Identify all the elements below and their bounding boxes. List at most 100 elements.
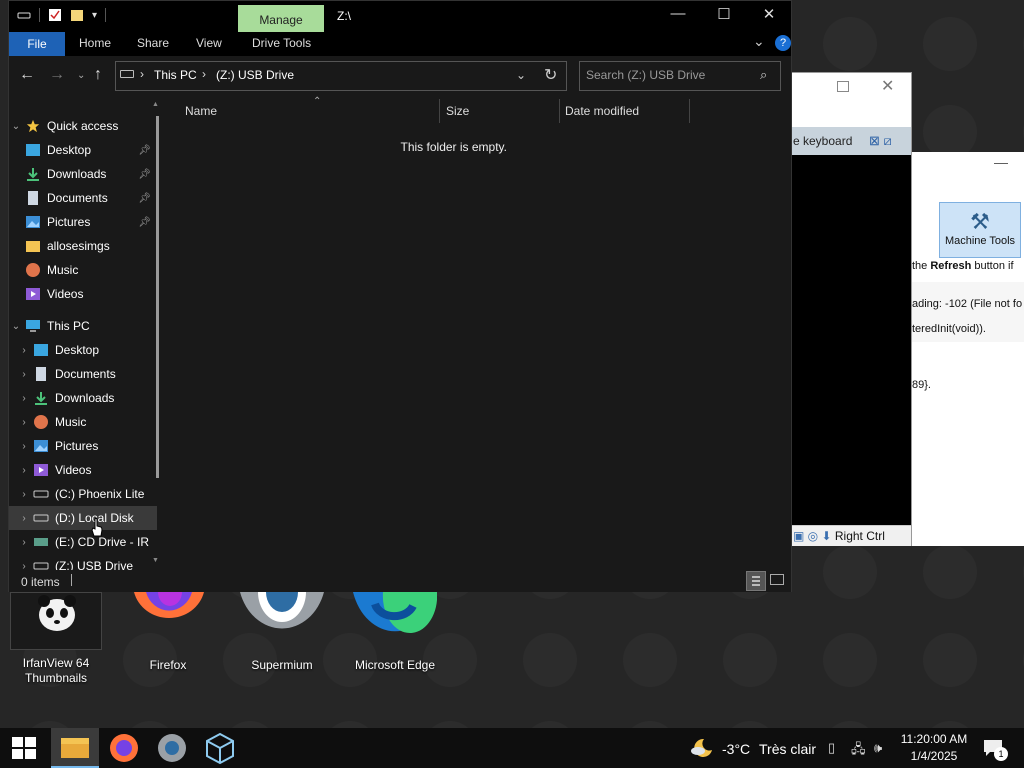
nav-this-pc[interactable]: ⌄ This PC: [9, 314, 157, 338]
volume-icon[interactable]: 🕪︎: [874, 740, 882, 756]
up-arrow-icon[interactable]: ↑: [94, 66, 102, 84]
tab-view[interactable]: View: [196, 36, 222, 50]
navigation-pane[interactable]: ⌄ Quick access Desktop 📌︎ Downloads 📌︎ Doc…: [9, 96, 163, 570]
clock-time[interactable]: 11:20:00 AM: [900, 732, 968, 746]
column-header-size[interactable]: Size: [446, 104, 469, 118]
customize-chevron-icon[interactable]: ▾: [92, 10, 97, 21]
tab-home[interactable]: Home: [79, 36, 111, 50]
maximize-button[interactable]: [837, 81, 849, 92]
weather-description[interactable]: Très clair: [759, 741, 816, 757]
recent-locations-chevron-icon[interactable]: ⌄: [77, 70, 85, 81]
status-icons[interactable]: ▣ ◎ ⬇: [793, 529, 832, 543]
nav-quick-access[interactable]: ⌄ Quick access: [9, 114, 157, 138]
breadcrumb-this-pc[interactable]: This PC: [154, 68, 197, 82]
chevron-right-icon[interactable]: ›: [17, 441, 31, 452]
back-arrow-icon[interactable]: ←: [19, 66, 35, 84]
new-folder-icon[interactable]: [70, 8, 84, 22]
nav-item-drive-c[interactable]: › (C:) Phoenix Lite: [9, 482, 157, 506]
virtualbox-manager-window[interactable]: — ⚒ Machine Tools the Refresh button if …: [912, 152, 1024, 546]
scroll-down-arrow-icon[interactable]: ▼: [152, 557, 159, 564]
vm-window[interactable]: ✕ e keyboard ⊠ ⧄ ▣ ◎ ⬇ Right Ctrl: [790, 72, 912, 546]
chevron-right-icon[interactable]: ›: [17, 513, 31, 524]
nav-item-music[interactable]: Music: [9, 258, 157, 282]
vm-titlebar[interactable]: ✕: [791, 73, 911, 103]
taskbar-app-firefox[interactable]: [100, 728, 148, 768]
nav-scrollbar-thumb[interactable]: [156, 116, 159, 478]
nav-item-pictures[interactable]: Pictures 📌︎: [9, 210, 157, 234]
search-icon[interactable]: ⌕: [760, 67, 767, 83]
chevron-right-icon[interactable]: ›: [140, 67, 144, 81]
desktop-icon-supermium[interactable]: Supermium: [234, 592, 330, 673]
chevron-down-icon[interactable]: ⌄: [9, 321, 23, 332]
refresh-icon[interactable]: ↻: [544, 65, 557, 85]
nav-item-downloads[interactable]: Downloads 📌︎: [9, 162, 157, 186]
nav-item-allosesimgs[interactable]: allosesimgs: [9, 234, 157, 258]
column-divider[interactable]: [439, 99, 440, 123]
properties-icon[interactable]: [48, 8, 62, 22]
chevron-down-icon[interactable]: ⌄: [753, 33, 765, 50]
minimize-button[interactable]: —: [655, 5, 701, 27]
chevron-right-icon[interactable]: ›: [17, 561, 31, 571]
chevron-right-icon[interactable]: ›: [17, 417, 31, 428]
nav-item-pc-desktop[interactable]: › Desktop: [9, 338, 157, 362]
nav-item-desktop[interactable]: Desktop 📌︎: [9, 138, 157, 162]
forward-arrow-icon[interactable]: →: [49, 66, 65, 84]
large-icons-view-button[interactable]: [770, 574, 784, 585]
nav-item-drive-z[interactable]: › (Z:) USB Drive: [9, 554, 157, 570]
file-list-pane[interactable]: ⌃ Name Size Date modified This folder is…: [163, 96, 791, 570]
tab-share[interactable]: Share: [137, 36, 169, 50]
nav-item-videos[interactable]: Videos: [9, 282, 157, 306]
pin-icon[interactable]: 📌︎: [138, 193, 151, 204]
start-button[interactable]: [0, 728, 48, 768]
close-button[interactable]: ✕: [881, 76, 894, 96]
nav-item-drive-e[interactable]: › (E:) CD Drive - IR: [9, 530, 157, 554]
pin-icon[interactable]: 📌︎: [138, 145, 151, 156]
column-header-date-modified[interactable]: Date modified: [565, 104, 639, 118]
maximize-button[interactable]: ☐: [701, 5, 747, 27]
clock-date[interactable]: 1/4/2025: [900, 749, 968, 763]
chevron-right-icon[interactable]: ›: [17, 345, 31, 356]
file-explorer-window[interactable]: ▾ Manage Z:\ — ☐ ✕ File Home Share View …: [8, 0, 792, 592]
nav-item-pc-documents[interactable]: › Documents: [9, 362, 157, 386]
desktop-icon-firefox[interactable]: Firefox: [120, 592, 216, 673]
taskbar-app-supermium[interactable]: [148, 728, 196, 768]
search-input[interactable]: [586, 68, 756, 82]
usb-icon[interactable]: ▯: [828, 740, 835, 756]
column-divider[interactable]: [689, 99, 690, 123]
chevron-right-icon[interactable]: ›: [202, 67, 206, 81]
weather-temperature[interactable]: -3°C: [722, 741, 750, 757]
help-icon[interactable]: ?: [775, 35, 791, 51]
nav-item-drive-d[interactable]: › (D:) Local Disk: [9, 506, 157, 530]
tab-manage[interactable]: Manage: [238, 5, 324, 33]
nav-item-pc-pictures[interactable]: › Pictures: [9, 434, 157, 458]
pin-icon[interactable]: 📌︎: [138, 217, 151, 228]
chevron-down-icon[interactable]: ⌄: [9, 121, 23, 132]
tab-drive-tools[interactable]: Drive Tools: [252, 36, 311, 50]
chevron-right-icon[interactable]: ›: [17, 489, 31, 500]
chevron-right-icon[interactable]: ›: [17, 537, 31, 548]
search-box[interactable]: ⌕: [579, 61, 781, 91]
address-dropdown-icon[interactable]: ⌄: [516, 68, 526, 82]
tab-file[interactable]: File: [9, 32, 65, 56]
taskbar-app-file-explorer[interactable]: [51, 728, 99, 768]
weather-moon-icon[interactable]: [690, 736, 714, 758]
pin-icon[interactable]: 📌︎: [138, 169, 151, 180]
column-header-name[interactable]: Name: [185, 104, 217, 118]
column-divider[interactable]: [559, 99, 560, 123]
scroll-up-arrow-icon[interactable]: ▲: [152, 101, 159, 108]
nav-item-pc-videos[interactable]: › Videos: [9, 458, 157, 482]
network-icon[interactable]: 🖧︎: [851, 740, 866, 762]
taskbar-app-virtualbox[interactable]: [196, 728, 244, 768]
close-button[interactable]: ✕: [746, 5, 792, 27]
vm-display[interactable]: [791, 155, 911, 527]
nav-item-pc-downloads[interactable]: › Downloads: [9, 386, 157, 410]
nav-item-documents[interactable]: Documents 📌︎: [9, 186, 157, 210]
title-bar[interactable]: ▾ Manage Z:\ — ☐ ✕: [9, 1, 792, 33]
minimize-button[interactable]: —: [994, 154, 1008, 170]
details-view-button[interactable]: [746, 571, 766, 591]
drive-icon[interactable]: [17, 8, 31, 22]
machine-tools-button[interactable]: ⚒ Machine Tools: [939, 202, 1021, 258]
breadcrumb-usb-drive[interactable]: (Z:) USB Drive: [216, 68, 294, 82]
chevron-right-icon[interactable]: ›: [17, 465, 31, 476]
desktop-icon-edge[interactable]: Microsoft Edge: [347, 592, 443, 673]
